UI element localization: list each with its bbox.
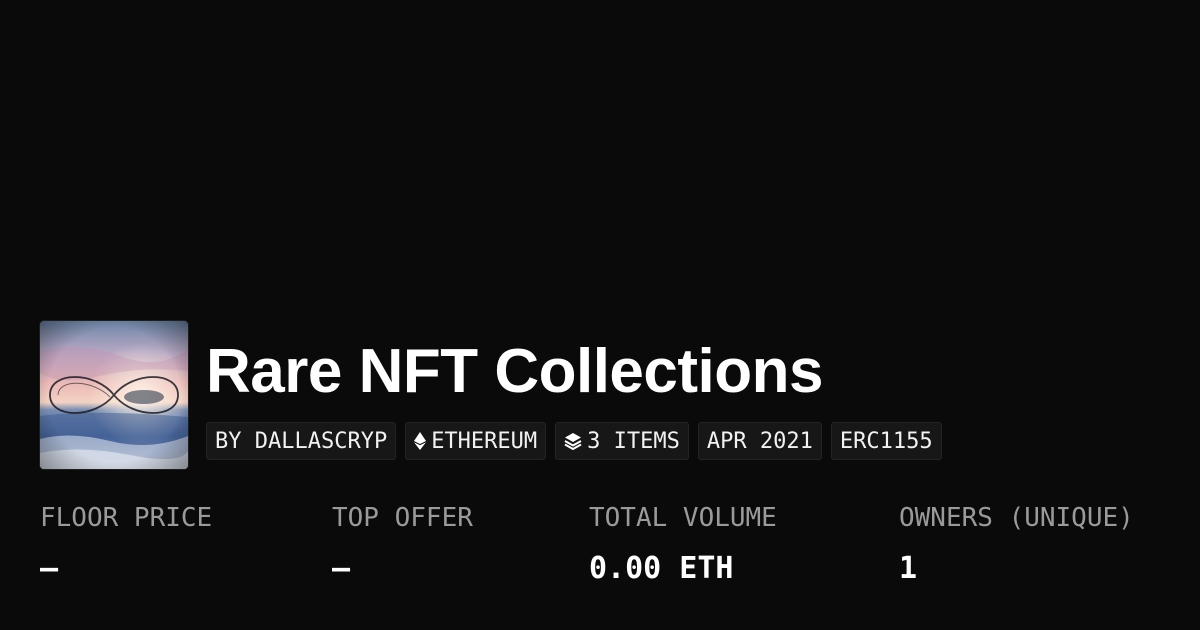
date-tag: APR 2021	[697, 422, 822, 460]
stat-total-volume: TOTAL VOLUME 0.00 ETH	[589, 503, 777, 587]
items-label: 3 ITEMS	[587, 428, 680, 454]
standard-label: ERC1155	[839, 428, 933, 454]
stat-value: –	[332, 551, 351, 587]
stat-value: 1	[899, 551, 918, 587]
date-label: APR 2021	[706, 428, 813, 454]
stat-label: TOTAL VOLUME	[589, 503, 777, 533]
creator-tag[interactable]: BY DALLASCRYP	[206, 422, 397, 460]
stat-label: FLOOR PRICE	[40, 503, 213, 533]
chain-tag[interactable]: ETHEREUM	[405, 422, 547, 460]
collection-avatar[interactable]	[40, 321, 188, 469]
stat-label: TOP OFFER	[332, 503, 473, 533]
standard-tag: ERC1155	[830, 422, 942, 460]
infinity-ocean-sunset-image	[40, 321, 188, 469]
stat-floor-price: FLOOR PRICE –	[40, 503, 212, 587]
stat-top-offer: TOP OFFER –	[332, 503, 473, 587]
creator-label: BY DALLASCRYP	[215, 428, 388, 454]
ethereum-icon	[414, 432, 427, 450]
title-block: Rare NFT Collections BY DALLASCRYP ETHER…	[206, 321, 942, 460]
stat-owners: OWNERS (UNIQUE) 1	[899, 503, 1134, 587]
items-tag[interactable]: 3 ITEMS	[555, 422, 689, 460]
stat-value: –	[40, 551, 59, 587]
chain-label: ETHEREUM	[431, 428, 538, 454]
layers-icon	[564, 432, 582, 450]
stat-value: 0.00 ETH	[589, 551, 734, 587]
stat-label: OWNERS (UNIQUE)	[899, 503, 1134, 533]
collection-title: Rare NFT Collections	[206, 337, 823, 406]
stats-row: FLOOR PRICE – TOP OFFER – TOTAL VOLUME 0…	[40, 503, 1170, 603]
collection-header: Rare NFT Collections BY DALLASCRYP ETHER…	[40, 321, 942, 469]
tag-row: BY DALLASCRYP ETHEREUM 3 ITEMS APR 2021 …	[206, 422, 942, 460]
